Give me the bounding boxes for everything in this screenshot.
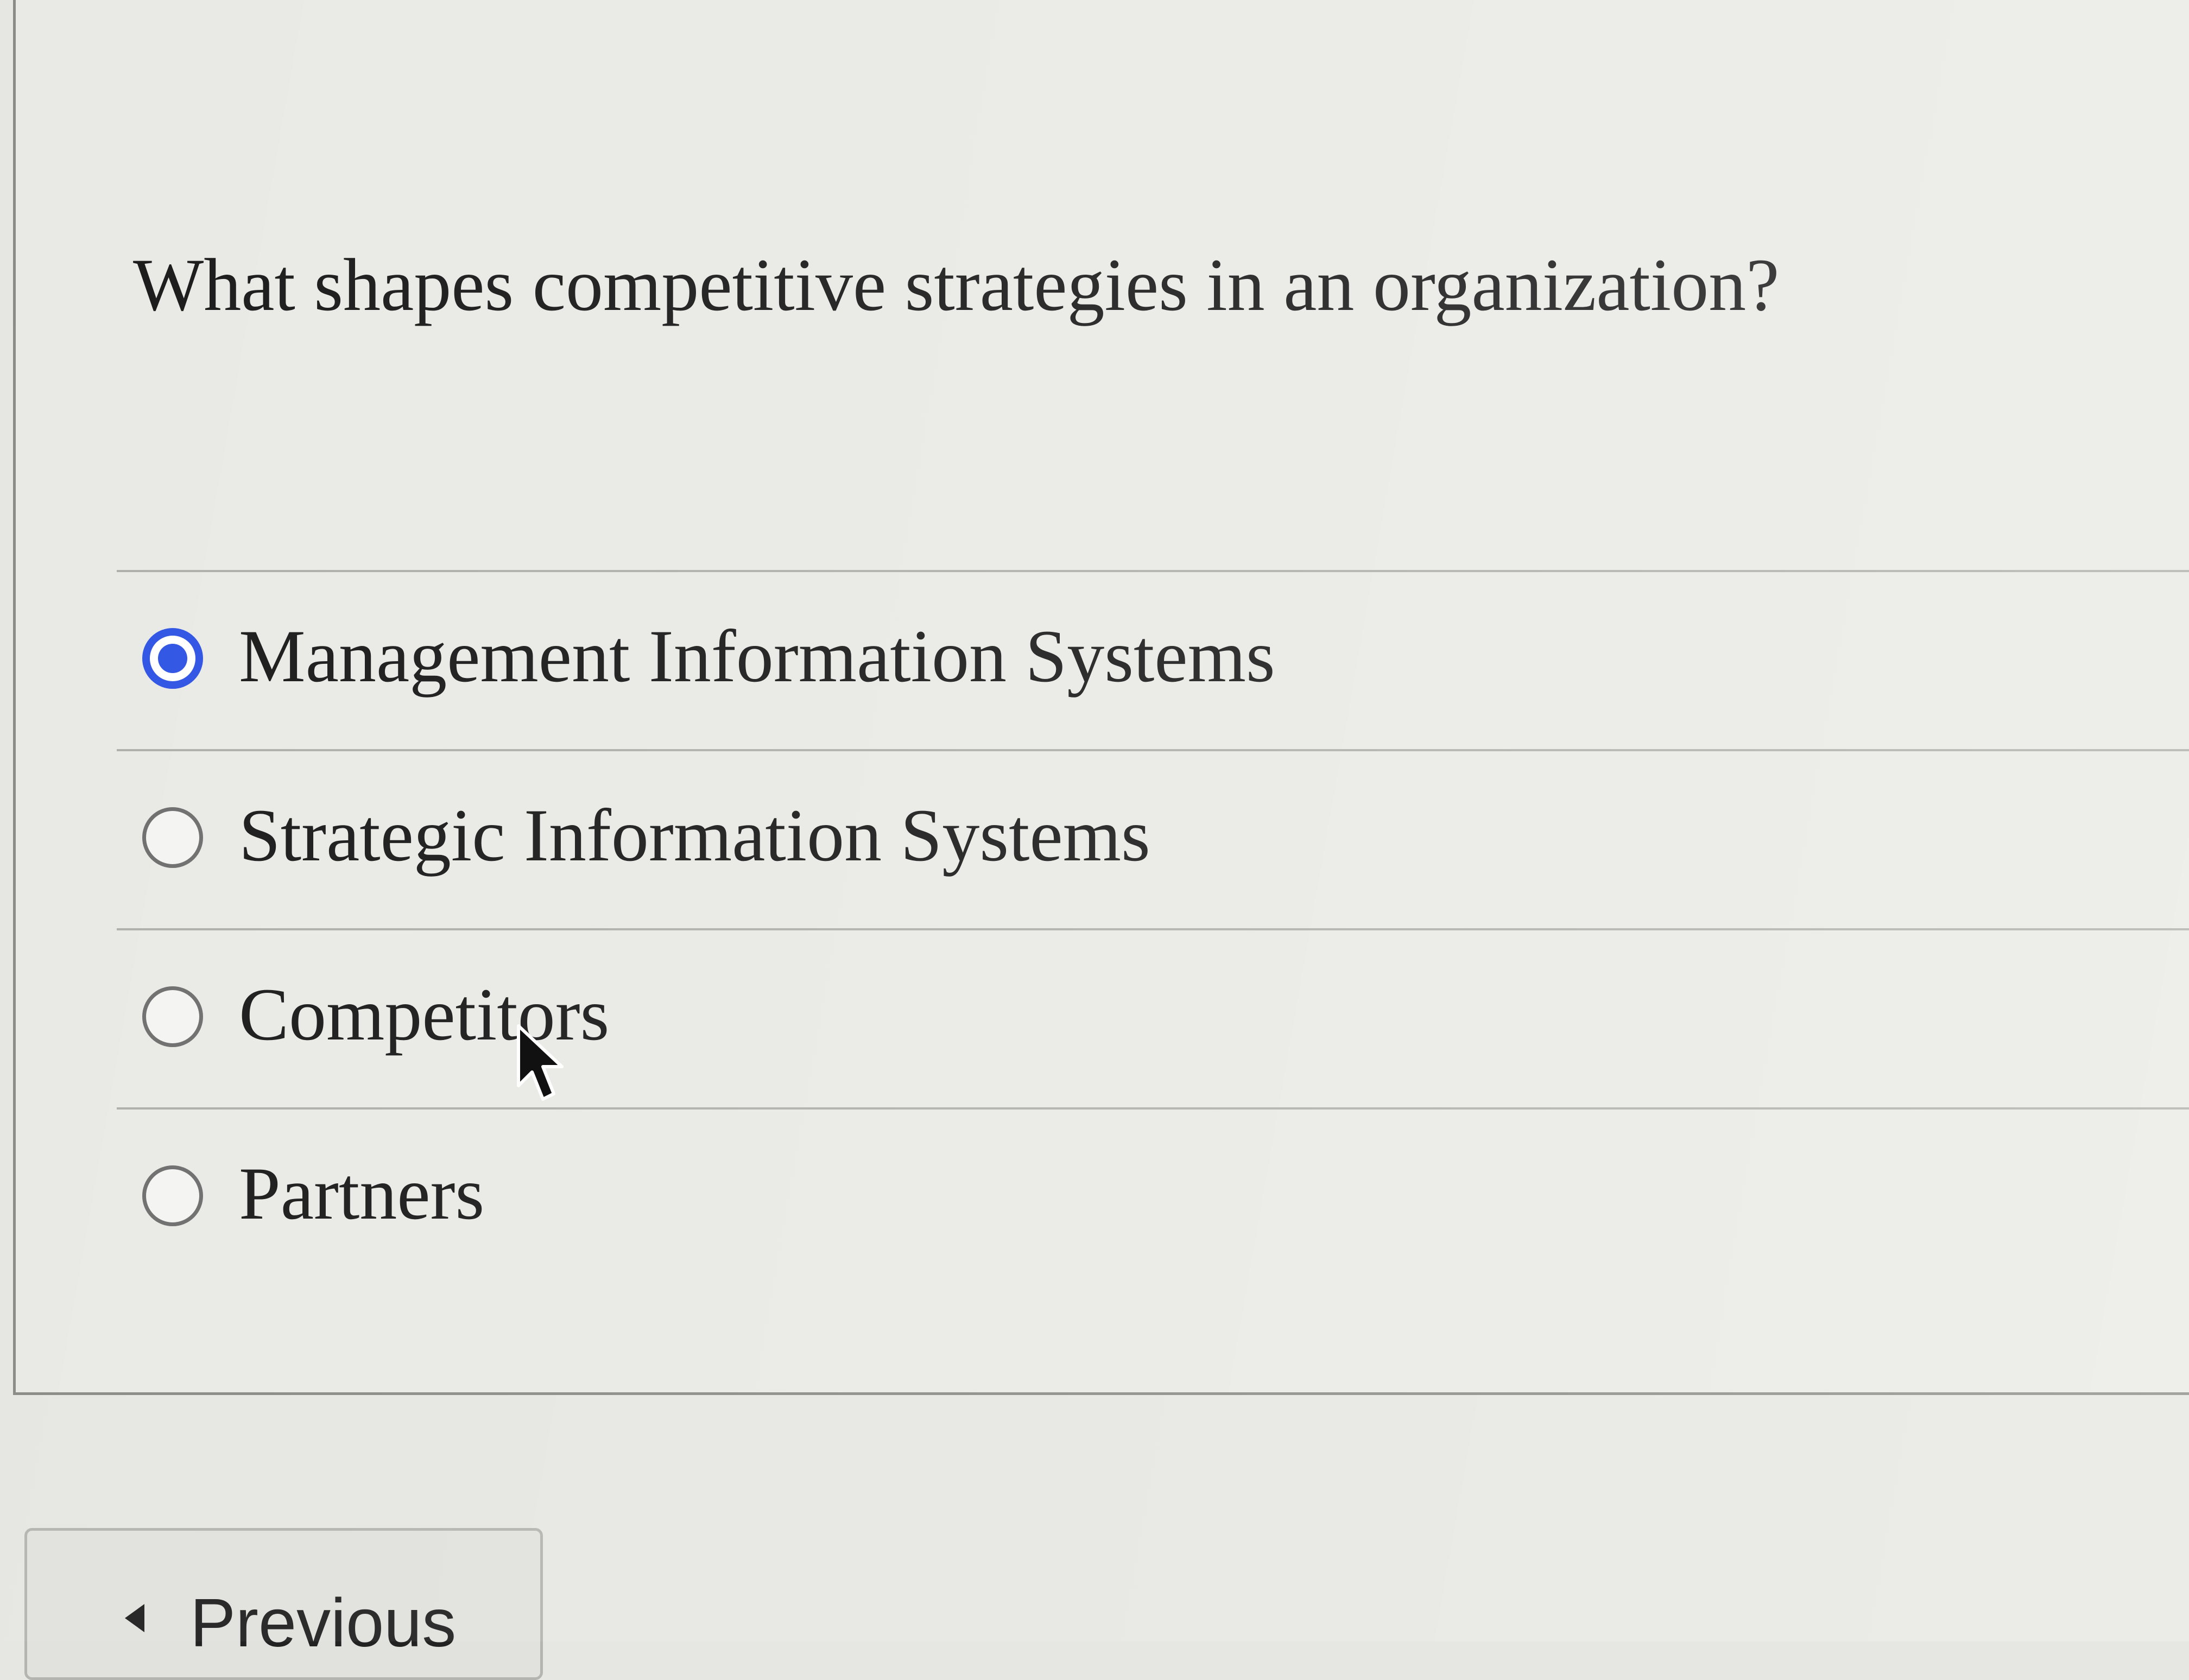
answer-option-competitors[interactable]: Competitors <box>117 928 2189 1107</box>
answer-option-partners[interactable]: Partners <box>117 1107 2189 1286</box>
answer-option-strategic-information-systems[interactable]: Strategic Information Systems <box>117 749 2189 928</box>
radio-button[interactable] <box>142 986 203 1047</box>
answer-option-label[interactable]: Strategic Information Systems <box>239 789 1150 882</box>
question-text: What shapes competitive strategies in an… <box>133 243 1780 326</box>
previous-button[interactable]: Previous <box>24 1528 543 1680</box>
answer-option-label[interactable]: Partners <box>239 1148 484 1240</box>
radio-button[interactable] <box>142 807 203 868</box>
answer-option-label[interactable]: Management Information Systems <box>239 610 1275 702</box>
caret-left-icon <box>125 1604 144 1632</box>
answer-option-management-information-systems[interactable]: Management Information Systems <box>117 570 2189 749</box>
mouse-pointer-icon <box>517 1024 564 1101</box>
previous-button-label: Previous <box>190 1584 457 1661</box>
radio-button[interactable] <box>142 628 203 689</box>
answer-options: Management Information Systems Strategic… <box>117 570 2189 1286</box>
radio-button[interactable] <box>142 1165 203 1226</box>
